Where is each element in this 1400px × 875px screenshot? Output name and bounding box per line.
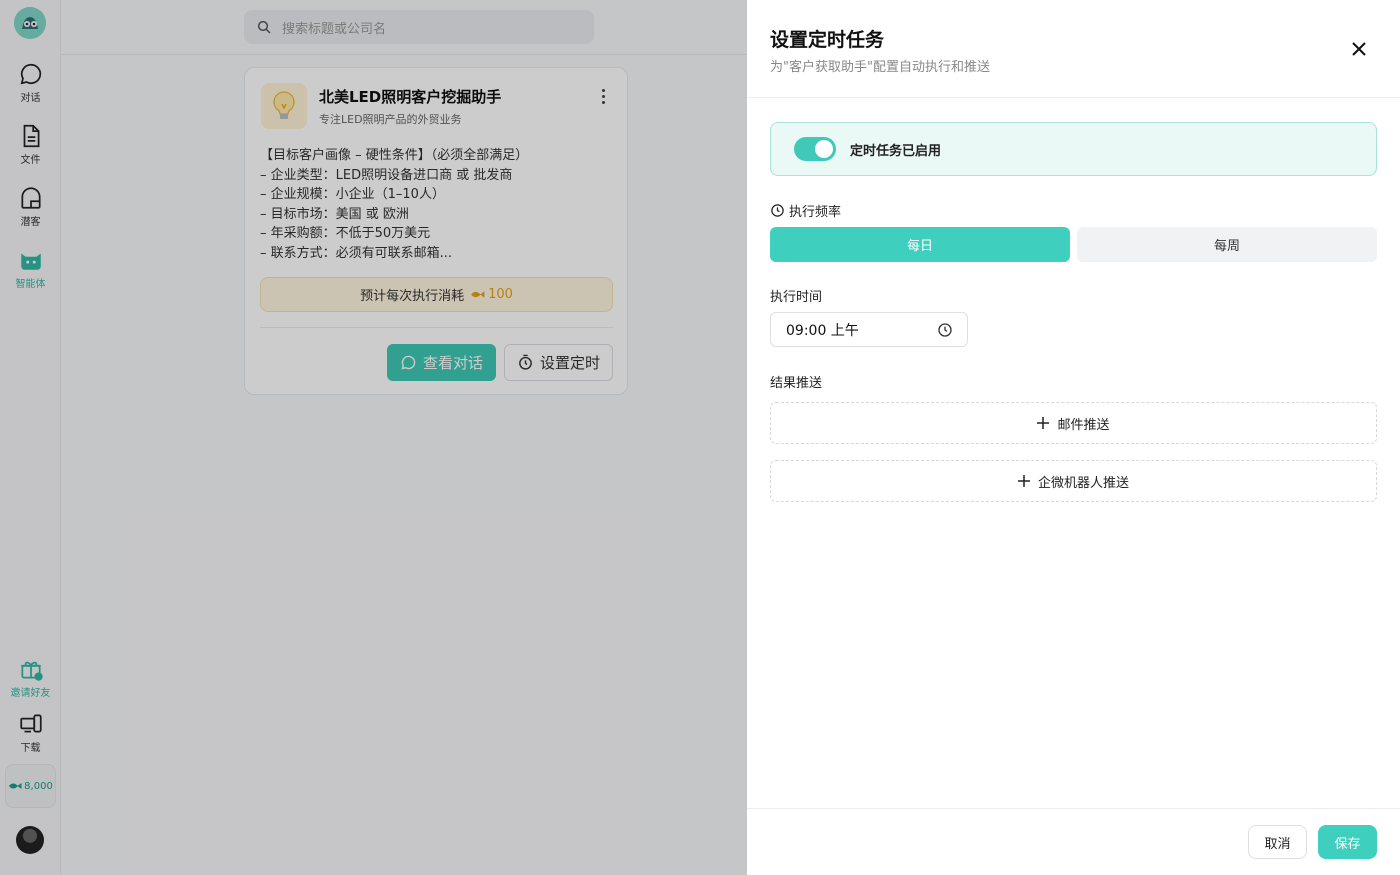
- plus-icon: [1017, 475, 1030, 487]
- time-value: 09:00 上午: [786, 322, 859, 339]
- drawer-subtitle: 为"客户获取助手"配置自动执行和推送: [770, 60, 990, 75]
- enable-label: 定时任务已启用: [850, 143, 942, 159]
- close-icon[interactable]: [1348, 38, 1370, 60]
- schedule-drawer: 设置定时任务 为"客户获取助手"配置自动执行和推送 定时任务已启用 执行频率 每…: [747, 0, 1400, 875]
- schedule-enable-toggle[interactable]: [794, 137, 836, 161]
- drawer-title: 设置定时任务: [770, 29, 885, 51]
- clock-icon: [771, 204, 784, 217]
- add-email-push-button[interactable]: 邮件推送: [770, 402, 1377, 444]
- divider: [747, 97, 1400, 98]
- frequency-label: 执行频率: [770, 201, 841, 220]
- cancel-button[interactable]: 取消: [1248, 825, 1307, 859]
- frequency-weekly-button[interactable]: 每周: [1077, 227, 1377, 262]
- clock-icon: [938, 322, 952, 337]
- add-wecom-push-button[interactable]: 企微机器人推送: [770, 460, 1377, 502]
- divider: [747, 808, 1400, 809]
- modal-overlay[interactable]: [0, 0, 747, 875]
- time-label: 执行时间: [770, 290, 823, 305]
- save-button[interactable]: 保存: [1318, 825, 1377, 859]
- schedule-enable-panel: 定时任务已启用: [770, 122, 1377, 176]
- time-picker-input[interactable]: 09:00 上午: [770, 312, 968, 347]
- frequency-daily-button[interactable]: 每日: [770, 227, 1070, 262]
- plus-icon: [1037, 417, 1050, 429]
- push-label: 结果推送: [770, 376, 823, 391]
